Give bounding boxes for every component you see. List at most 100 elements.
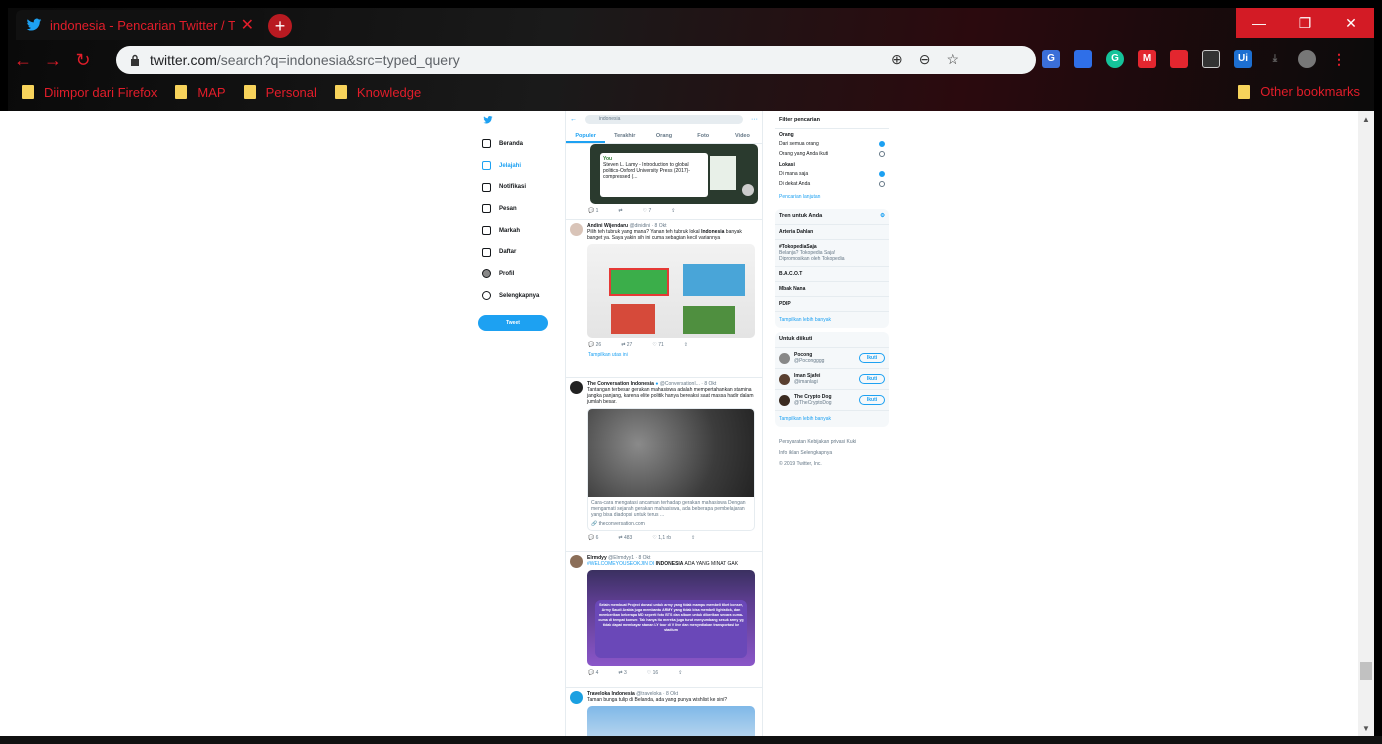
radio-checked-icon[interactable]: [879, 141, 885, 147]
browser-tab[interactable]: indonesia - Pencarian Twitter / T ✕: [16, 10, 264, 40]
show-more-follow-link[interactable]: Tampilkan lebih banyak: [775, 411, 889, 427]
tab-latest[interactable]: Terakhir: [605, 128, 644, 143]
more-options-icon[interactable]: ···: [751, 116, 758, 123]
avatar[interactable]: [570, 381, 583, 394]
reply-button[interactable]: 💬 1: [588, 208, 598, 214]
back-icon[interactable]: ←: [8, 50, 38, 71]
follow-suggestion[interactable]: Pocong @Pocongggg Ikuti: [775, 348, 889, 369]
new-tab-button[interactable]: +: [268, 14, 292, 38]
avatar[interactable]: [570, 691, 583, 704]
like-button[interactable]: ♡ 71: [652, 342, 663, 348]
tweet-image[interactable]: [587, 244, 755, 338]
nav-explore[interactable]: Jelajahi: [476, 155, 566, 177]
trend-item[interactable]: Arteria Dahlan: [775, 225, 889, 240]
close-window-button[interactable]: ✕: [1328, 8, 1374, 38]
show-more-trends-link[interactable]: Tampilkan lebih banyak: [775, 312, 889, 328]
follow-button[interactable]: Ikuti: [859, 395, 885, 405]
nav-profile[interactable]: Profil: [476, 263, 566, 285]
bookmark-folder[interactable]: Knowledge: [334, 85, 421, 100]
advanced-search-link[interactable]: Pencarian lanjutan: [775, 189, 889, 205]
twitter-logo-icon[interactable]: [482, 115, 494, 125]
link-card[interactable]: Cara-cara mengatasi ancaman terhadap ger…: [587, 408, 755, 531]
tweet[interactable]: You Steven L. Lamy - Introduction to glo…: [566, 144, 762, 220]
retweet-button[interactable]: ⇄: [618, 208, 622, 214]
tweet[interactable]: Andini Wijendaru @dinidini · 8 Okt Pilih…: [566, 220, 762, 378]
avatar[interactable]: [779, 373, 790, 385]
reply-button[interactable]: 💬 4: [588, 670, 598, 676]
trend-item[interactable]: #TokopediaSaja Belanja? Tokopedia Saja! Di…: [775, 240, 889, 267]
avatar[interactable]: [779, 352, 790, 364]
docs-extension-icon[interactable]: [1074, 50, 1092, 68]
avatar[interactable]: [570, 555, 583, 568]
tab-people[interactable]: Orang: [644, 128, 683, 143]
profile-avatar[interactable]: [1298, 50, 1316, 68]
minimize-button[interactable]: —: [1236, 8, 1282, 38]
radio-icon[interactable]: [879, 181, 885, 187]
expand-icon[interactable]: [742, 184, 754, 196]
follow-suggestion[interactable]: The Crypto Dog @TheCryptoDog Ikuti: [775, 390, 889, 411]
close-tab-icon[interactable]: ✕: [241, 15, 254, 35]
filter-option[interactable]: Orang yang Anda ikuti: [775, 149, 889, 159]
share-button[interactable]: ⇪: [691, 535, 695, 541]
trend-item[interactable]: B.A.C.O.T: [775, 267, 889, 282]
tab-photos[interactable]: Foto: [684, 128, 723, 143]
bookmark-folder[interactable]: Diimpor dari Firefox: [22, 85, 157, 100]
like-button[interactable]: ♡ 1,1 rb: [652, 535, 671, 541]
footer-links[interactable]: Persyaratan Kebijakan privasi Kuki: [779, 437, 885, 448]
like-button[interactable]: ♡ 16: [647, 670, 658, 676]
tweet-image[interactable]: Selain membuat Project donasi untuk army…: [587, 570, 755, 666]
nav-notifications[interactable]: Notifikasi: [476, 176, 566, 198]
ui-extension-icon[interactable]: Ui: [1234, 50, 1252, 68]
trend-item[interactable]: PDIP: [775, 297, 889, 312]
follow-button[interactable]: Ikuti: [859, 374, 885, 384]
bookmark-folder[interactable]: MAP: [175, 85, 226, 100]
tweet[interactable]: The Conversation Indonesia ● @Conversati…: [566, 378, 762, 552]
filter-option[interactable]: Di mana saja: [775, 169, 889, 179]
filter-option[interactable]: Di dekat Anda: [775, 179, 889, 189]
address-bar[interactable]: twitter.com/search?q=indonesia&src=typed…: [116, 46, 1036, 74]
forward-icon[interactable]: →: [38, 50, 68, 71]
share-button[interactable]: ⇪: [684, 342, 688, 348]
tab-top[interactable]: Populer: [566, 128, 606, 143]
avatar[interactable]: [779, 394, 790, 406]
bookmark-folder[interactable]: Personal: [243, 85, 317, 100]
tweet-media-card[interactable]: You Steven L. Lamy - Introduction to glo…: [590, 144, 758, 204]
arrow-extension-icon[interactable]: [1170, 50, 1188, 68]
settings-gear-icon[interactable]: ⚙: [880, 213, 885, 219]
menu-icon[interactable]: ⋮: [1330, 50, 1348, 68]
grammarly-extension-icon[interactable]: G: [1106, 50, 1124, 68]
avatar[interactable]: [570, 223, 583, 236]
reload-icon[interactable]: ↻: [68, 50, 98, 71]
retweet-button[interactable]: ⇄ 3: [618, 670, 626, 676]
translate-extension-icon[interactable]: G: [1042, 50, 1060, 68]
retweet-button[interactable]: ⇄ 27: [621, 342, 632, 348]
tweet-image[interactable]: [587, 706, 755, 737]
nav-home[interactable]: Beranda: [476, 133, 566, 155]
nav-lists[interactable]: Daftar: [476, 241, 566, 263]
filter-option[interactable]: Dari semua orang: [775, 139, 889, 149]
download-icon[interactable]: ⤓: [1266, 50, 1284, 68]
scroll-up-icon[interactable]: ▲: [1362, 115, 1370, 124]
hashtag-link[interactable]: #WELCOMEYOUSEOKJIN DI: [587, 561, 654, 567]
pip-extension-icon[interactable]: [1202, 50, 1220, 68]
nav-more[interactable]: Selengkapnya: [476, 285, 566, 307]
add-icon[interactable]: ⊕: [891, 51, 903, 68]
tweet[interactable]: Elrmdyy @Elrmdyy1 · 8 Okt #WELCOMEYOUSEO…: [566, 552, 762, 688]
reply-button[interactable]: 💬 26: [588, 342, 601, 348]
zoom-icon[interactable]: ⊖: [919, 51, 931, 68]
scroll-down-icon[interactable]: ▼: [1362, 724, 1370, 733]
show-thread-link[interactable]: Tampilkan utas ini: [570, 352, 758, 358]
back-arrow-icon[interactable]: ←: [570, 116, 577, 123]
footer-links[interactable]: Info iklan Selengkapnya: [779, 448, 885, 459]
tab-videos[interactable]: Video: [723, 128, 762, 143]
retweet-button[interactable]: ⇄ 483: [618, 535, 632, 541]
star-icon[interactable]: ☆: [946, 51, 959, 68]
share-button[interactable]: ⇪: [671, 208, 675, 214]
share-button[interactable]: ⇪: [678, 670, 682, 676]
reply-button[interactable]: 💬 6: [588, 535, 598, 541]
radio-icon[interactable]: [879, 151, 885, 157]
radio-checked-icon[interactable]: [879, 171, 885, 177]
mega-extension-icon[interactable]: M: [1138, 50, 1156, 68]
nav-bookmarks[interactable]: Markah: [476, 220, 566, 242]
maximize-button[interactable]: ❐: [1282, 8, 1328, 38]
